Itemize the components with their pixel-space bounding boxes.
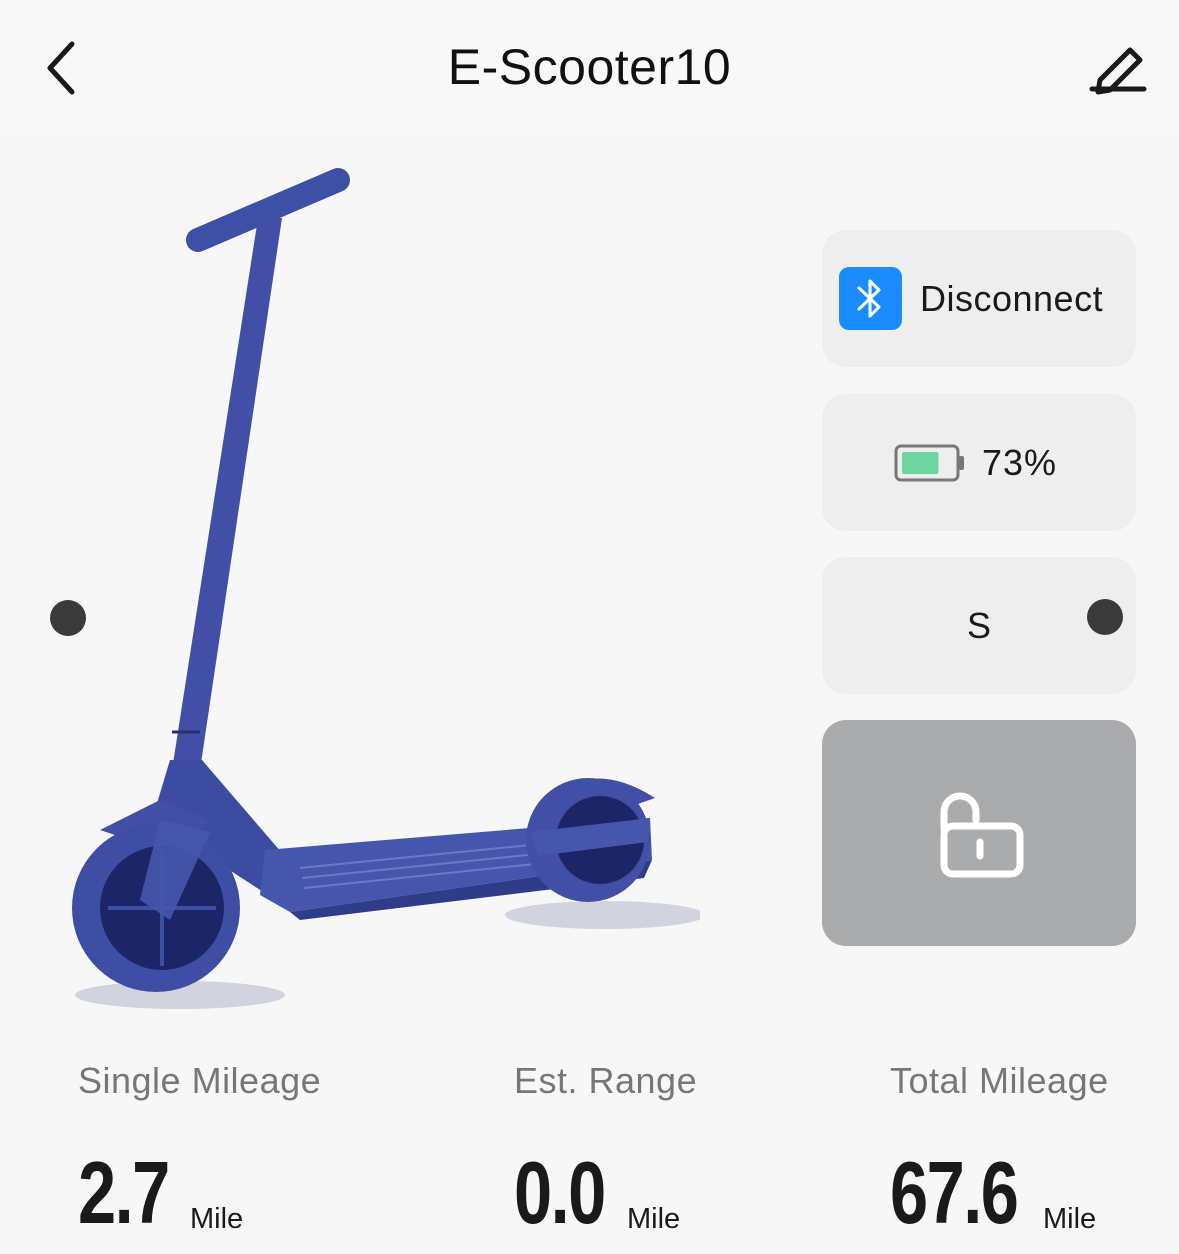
battery-percentage: 73% bbox=[982, 442, 1058, 483]
scooter-image bbox=[60, 160, 705, 1020]
unlocked-padlock-icon bbox=[940, 792, 1024, 878]
stat-unit: Mile bbox=[627, 1203, 681, 1235]
stat-unit: Mile bbox=[190, 1203, 244, 1235]
stat-label: Single Mileage bbox=[78, 1060, 322, 1101]
stat-label: Total Mileage bbox=[890, 1060, 1109, 1101]
header-bar: E-Scooter10 bbox=[0, 0, 1179, 132]
battery-icon bbox=[894, 444, 964, 482]
stat-single-mileage: Single Mileage 2.7 Mile bbox=[78, 1060, 322, 1242]
bluetooth-status-label: Disconnect bbox=[920, 278, 1104, 319]
lock-button[interactable] bbox=[822, 720, 1136, 946]
battery-card: 73% bbox=[822, 394, 1136, 531]
page-indicator-dot-left bbox=[50, 600, 86, 636]
page-indicator-dot-right bbox=[1087, 599, 1123, 635]
stat-est-range: Est. Range 0.0 Mile bbox=[514, 1060, 698, 1242]
stat-value: 2.7 bbox=[78, 1143, 170, 1242]
edit-button[interactable] bbox=[1086, 36, 1150, 100]
pencil-icon bbox=[1089, 47, 1147, 95]
bluetooth-icon bbox=[839, 267, 902, 330]
stat-unit: Mile bbox=[1043, 1203, 1097, 1235]
scooter-illustration bbox=[72, 168, 705, 1009]
stat-value: 0.0 bbox=[514, 1143, 606, 1242]
stat-value: 67.6 bbox=[890, 1143, 1019, 1242]
stat-label: Est. Range bbox=[514, 1060, 698, 1101]
bluetooth-status-card[interactable]: Disconnect bbox=[822, 230, 1136, 367]
page-title: E-Scooter10 bbox=[447, 39, 732, 95]
stat-total-mileage: Total Mileage 67.6 Mile bbox=[890, 1060, 1109, 1242]
